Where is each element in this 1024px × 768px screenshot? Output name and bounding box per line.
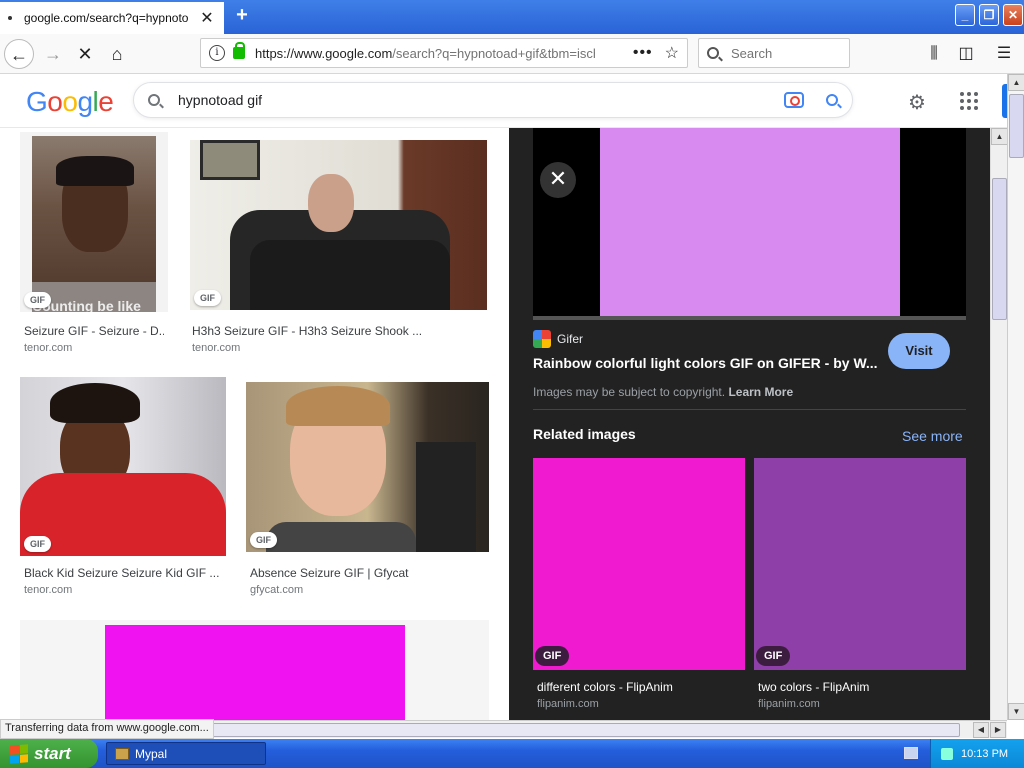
window-close-button[interactable]: ✕ xyxy=(1003,4,1023,26)
related-image[interactable]: GIF xyxy=(754,458,966,670)
divider xyxy=(533,409,966,410)
maximize-button[interactable]: ❐ xyxy=(979,4,999,26)
stop-button[interactable]: ✕ xyxy=(70,39,100,69)
tab-title: google.com/search?q=hypnotoad+gif xyxy=(24,11,188,25)
start-label: start xyxy=(34,743,71,763)
google-header: Google hypnotoad gif ⚙ xyxy=(0,74,1008,128)
preview-progress-bar xyxy=(533,316,966,320)
back-button[interactable]: ← xyxy=(4,39,34,69)
search-placeholder: Search xyxy=(731,45,773,61)
gif-badge: GIF xyxy=(756,646,791,666)
scroll-up-arrow-icon[interactable]: ▲ xyxy=(1008,74,1024,91)
menu-icon[interactable]: ☰ xyxy=(994,44,1014,64)
related-title[interactable]: two colors - FlipAnim xyxy=(758,680,869,694)
url-bar[interactable]: i https://www.google.com/search?q=hypnot… xyxy=(200,38,688,68)
related-source[interactable]: flipanim.com xyxy=(537,698,599,710)
result-source[interactable]: gfycat.com xyxy=(250,584,303,596)
settings-gear-icon[interactable]: ⚙ xyxy=(908,90,926,115)
see-more-link[interactable]: See more xyxy=(902,428,963,444)
home-button[interactable]: ⌂ xyxy=(102,39,132,69)
result-thumbnail[interactable]: GIF xyxy=(20,377,226,556)
result-thumbnail[interactable] xyxy=(20,620,489,720)
gifer-favicon-icon xyxy=(533,330,551,348)
search-submit-icon[interactable] xyxy=(826,94,838,106)
task-label: Mypal xyxy=(135,746,168,761)
bookmark-star-icon[interactable]: ☆ xyxy=(665,43,679,63)
network-icon[interactable] xyxy=(941,747,953,760)
minimize-button[interactable]: _ xyxy=(955,4,975,26)
navigation-bar: ← → ✕ ⌂ i https://www.google.com/search?… xyxy=(0,34,1024,74)
result-source[interactable]: tenor.com xyxy=(192,342,240,354)
page-actions-icon[interactable]: ••• xyxy=(633,44,653,62)
scroll-up-arrow-icon[interactable]: ▲ xyxy=(991,128,1008,145)
result-title[interactable]: Absence Seizure GIF | Gfycat xyxy=(250,566,470,580)
gif-badge: GIF xyxy=(535,646,570,666)
tab-close-icon[interactable]: ✕ xyxy=(198,8,216,28)
lock-icon xyxy=(233,42,245,59)
related-source[interactable]: flipanim.com xyxy=(758,698,820,710)
preview-panel: ✕ Gifer Rainbow colorful light colors GI… xyxy=(509,128,990,720)
taskbar: start Mypal 10:13 PM xyxy=(0,739,1024,768)
gif-badge: GIF xyxy=(24,536,51,552)
library-icon[interactable]: ⫼ xyxy=(924,44,944,64)
result-source[interactable]: tenor.com xyxy=(24,584,72,596)
visit-button[interactable]: Visit xyxy=(888,333,950,369)
page-scrollbar[interactable]: ▲ ▼ xyxy=(1007,74,1024,720)
preview-image-content xyxy=(600,128,900,316)
search-icon xyxy=(148,94,160,106)
result-source[interactable]: tenor.com xyxy=(24,342,72,354)
search-icon xyxy=(707,47,719,59)
google-logo[interactable]: Google xyxy=(26,86,114,118)
gif-badge: GIF xyxy=(194,290,221,306)
scroll-right-arrow-icon[interactable]: ▶ xyxy=(990,722,1006,738)
copyright-notice: Images may be subject to copyright. Lear… xyxy=(533,385,794,399)
preview-title[interactable]: Rainbow colorful light colors GIF on GIF… xyxy=(533,355,883,371)
browser-search-input[interactable]: Search xyxy=(698,38,850,68)
title-bar: google.com/search?q=hypnotoad+gif ✕ + _ … xyxy=(0,0,1024,34)
status-bar: Transferring data from www.google.com... xyxy=(0,719,214,739)
image-results: Counting be like GIF Seizure GIF - Seizu… xyxy=(0,128,508,720)
taskbar-item-mypal[interactable]: Mypal xyxy=(106,742,266,765)
system-tray: 10:13 PM xyxy=(930,739,1024,768)
browser-tab[interactable]: google.com/search?q=hypnotoad+gif ✕ xyxy=(0,2,224,34)
app-window-icon xyxy=(115,747,129,760)
result-title[interactable]: H3h3 Seizure GIF - H3h3 Seizure Shook ..… xyxy=(192,324,432,338)
preview-source-name: Gifer xyxy=(557,332,584,346)
learn-more-link[interactable]: Learn More xyxy=(728,385,793,399)
scroll-thumb[interactable] xyxy=(992,178,1007,320)
gif-badge: GIF xyxy=(250,532,277,548)
site-info-icon[interactable]: i xyxy=(209,45,225,61)
loading-dot-icon xyxy=(8,16,12,20)
result-title[interactable]: Seizure GIF - Seizure - D... xyxy=(24,324,164,338)
related-title[interactable]: different colors - FlipAnim xyxy=(537,680,673,694)
keyboard-icon[interactable] xyxy=(904,747,918,759)
search-query[interactable]: hypnotoad gif xyxy=(178,92,262,108)
close-icon[interactable]: ✕ xyxy=(540,162,576,198)
result-title[interactable]: Black Kid Seizure Seizure Kid GIF ... xyxy=(24,566,224,580)
preview-source[interactable]: Gifer xyxy=(533,330,583,348)
preview-image[interactable] xyxy=(533,128,966,320)
url-text[interactable]: https://www.google.com/search?q=hypnotoa… xyxy=(255,46,595,61)
gif-badge: GIF xyxy=(24,292,51,308)
related-images-heading: Related images xyxy=(533,426,636,442)
new-tab-button[interactable]: + xyxy=(232,5,252,26)
camera-lens-icon[interactable] xyxy=(784,92,804,108)
google-search-box[interactable]: hypnotoad gif xyxy=(133,82,853,118)
scroll-left-arrow-icon[interactable]: ◀ xyxy=(973,722,989,738)
start-button[interactable]: start xyxy=(0,739,98,768)
forward-button[interactable]: → xyxy=(38,39,68,69)
scroll-thumb[interactable] xyxy=(1009,94,1024,158)
panel-scrollbar[interactable]: ▲ xyxy=(990,128,1008,720)
windows-flag-icon xyxy=(10,743,28,764)
scroll-down-arrow-icon[interactable]: ▼ xyxy=(1008,703,1024,720)
sidebar-icon[interactable]: ◫ xyxy=(956,44,976,64)
apps-grid-icon[interactable] xyxy=(960,92,978,110)
result-thumbnail[interactable]: GIF xyxy=(246,382,489,552)
clock[interactable]: 10:13 PM xyxy=(961,748,1008,760)
related-image[interactable]: GIF xyxy=(533,458,745,670)
result-thumbnail[interactable]: GIF xyxy=(190,140,487,310)
result-thumbnail[interactable]: Counting be like GIF xyxy=(20,132,168,312)
